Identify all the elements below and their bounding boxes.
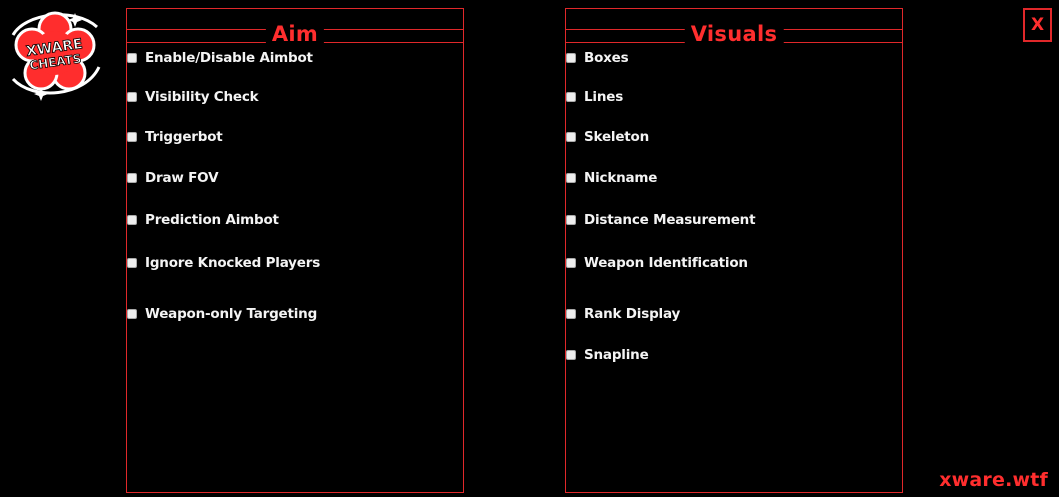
option-lines[interactable]: Lines xyxy=(566,87,623,107)
option-weapon-only-targeting[interactable]: Weapon-only Targeting xyxy=(127,304,317,324)
visuals-panel-title: Visuals xyxy=(684,19,784,49)
option-rank-display[interactable]: Rank Display xyxy=(566,304,680,324)
option-label: Boxes xyxy=(584,50,629,66)
option-prediction-aimbot[interactable]: Prediction Aimbot xyxy=(127,210,279,230)
boxes-checkbox[interactable] xyxy=(566,53,576,63)
option-label: Prediction Aimbot xyxy=(145,212,279,228)
option-weapon-identification[interactable]: Weapon Identification xyxy=(566,253,748,273)
close-button[interactable]: X xyxy=(1023,8,1052,42)
draw-fov-checkbox[interactable] xyxy=(127,173,137,183)
option-label: Visibility Check xyxy=(145,89,259,105)
option-boxes[interactable]: Boxes xyxy=(566,48,629,68)
rank-display-checkbox[interactable] xyxy=(566,309,576,319)
option-enable-aimbot[interactable]: Enable/Disable Aimbot xyxy=(127,48,313,68)
prediction-aimbot-checkbox[interactable] xyxy=(127,215,137,225)
visibility-check-checkbox[interactable] xyxy=(127,92,137,102)
option-nickname[interactable]: Nickname xyxy=(566,168,657,188)
footer-brand-link[interactable]: xware.wtf xyxy=(939,469,1048,491)
option-label: Weapon-only Targeting xyxy=(145,306,318,322)
option-triggerbot[interactable]: Triggerbot xyxy=(127,127,223,147)
option-label: Rank Display xyxy=(584,306,681,322)
aim-panel-title: Aim xyxy=(265,19,325,49)
xware-cheats-logo: XWARE CHEATS xyxy=(5,5,105,101)
logo-graphic: XWARE CHEATS xyxy=(11,11,101,101)
weapon-identification-checkbox[interactable] xyxy=(566,258,576,268)
option-snapline[interactable]: Snapline xyxy=(566,345,649,365)
triggerbot-checkbox[interactable] xyxy=(127,132,137,142)
distance-measurement-checkbox[interactable] xyxy=(566,215,576,225)
option-label: Enable/Disable Aimbot xyxy=(145,50,313,66)
option-label: Weapon Identification xyxy=(584,255,748,271)
skeleton-checkbox[interactable] xyxy=(566,132,576,142)
weapon-only-targeting-checkbox[interactable] xyxy=(127,309,137,319)
option-visibility-check[interactable]: Visibility Check xyxy=(127,87,259,107)
option-label: Skeleton xyxy=(584,129,650,145)
option-label: Ignore Knocked Players xyxy=(145,255,321,271)
visuals-panel: Visuals Boxes Lines Skeleton Nickname Di… xyxy=(565,8,903,493)
lines-checkbox[interactable] xyxy=(566,92,576,102)
option-ignore-knocked[interactable]: Ignore Knocked Players xyxy=(127,253,320,273)
option-label: Draw FOV xyxy=(145,170,219,186)
option-skeleton[interactable]: Skeleton xyxy=(566,127,649,147)
cheat-menu-window: XWARE CHEATS Aim Enable/Disable Aimbot V… xyxy=(0,0,1059,497)
nickname-checkbox[interactable] xyxy=(566,173,576,183)
option-label: Nickname xyxy=(584,170,658,186)
option-label: Lines xyxy=(584,89,624,105)
ignore-knocked-checkbox[interactable] xyxy=(127,258,137,268)
option-draw-fov[interactable]: Draw FOV xyxy=(127,168,219,188)
aim-panel: Aim Enable/Disable Aimbot Visibility Che… xyxy=(126,8,464,493)
enable-aimbot-checkbox[interactable] xyxy=(127,53,137,63)
option-label: Snapline xyxy=(584,347,649,363)
option-label: Triggerbot xyxy=(145,129,223,145)
option-label: Distance Measurement xyxy=(584,212,756,228)
option-distance-measurement[interactable]: Distance Measurement xyxy=(566,210,756,230)
snapline-checkbox[interactable] xyxy=(566,350,576,360)
